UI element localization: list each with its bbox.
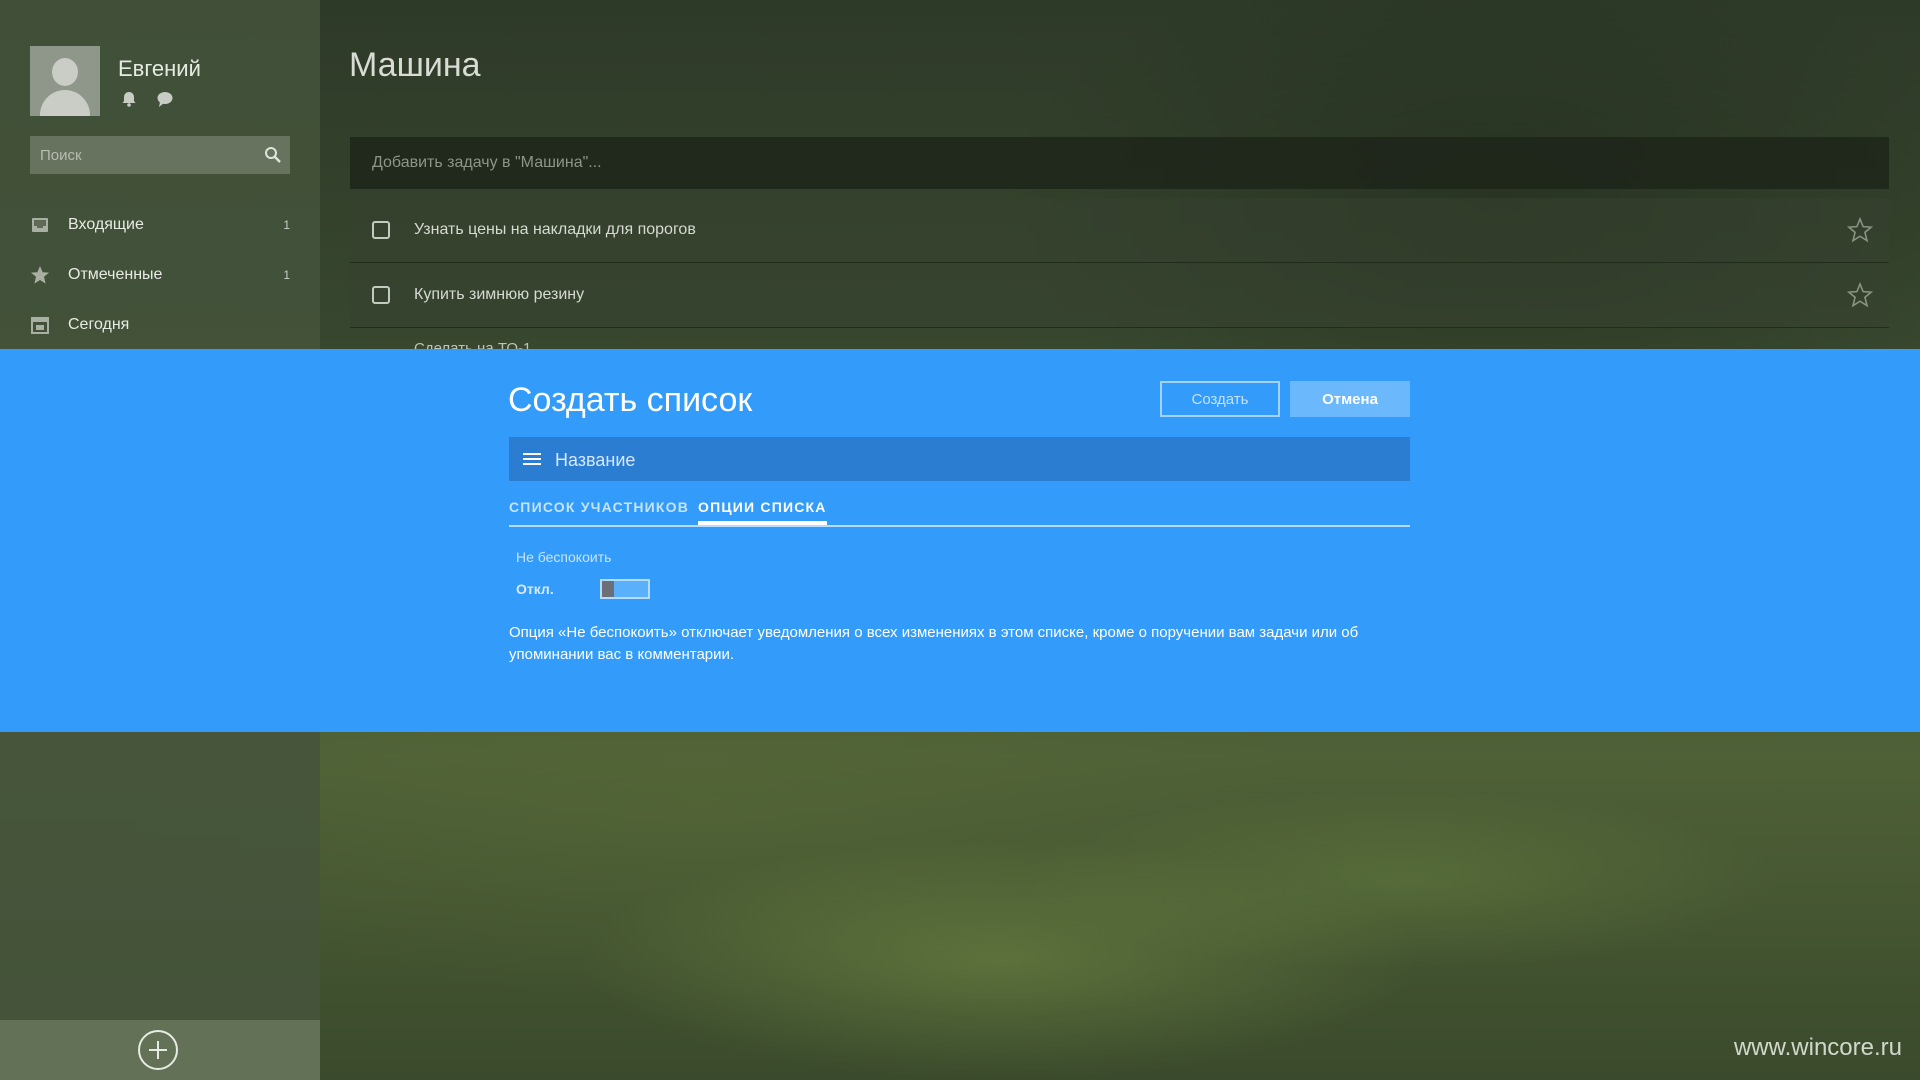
chat-bubble-icon[interactable] — [156, 90, 174, 108]
task-title: Купить зимнюю резину — [414, 286, 585, 303]
inbox-icon — [30, 215, 50, 235]
star-outline-icon[interactable] — [1846, 216, 1874, 243]
create-list-dialog: Создать список Создать Отмена СПИСОК УЧА… — [0, 349, 1920, 732]
task-row[interactable]: Купить зимнюю резину — [350, 263, 1889, 328]
search-icon[interactable] — [264, 146, 282, 164]
tab-list-options[interactable]: ОПЦИИ СПИСКА — [698, 499, 827, 525]
sidebar-item-label: Сегодня — [68, 316, 130, 333]
create-button[interactable]: Создать — [1160, 381, 1280, 417]
sidebar-item-count: 1 — [283, 268, 290, 282]
search-input[interactable] — [30, 136, 270, 174]
sidebar-item-inbox[interactable]: Входящие 1 — [0, 200, 320, 250]
dialog-tabs: СПИСОК УЧАСТНИКОВ ОПЦИИ СПИСКА — [509, 499, 1410, 527]
list-name-field — [509, 437, 1410, 483]
star-icon — [30, 265, 50, 285]
task-row[interactable]: Узнать цены на накладки для порогов — [350, 198, 1889, 263]
task-checkbox[interactable] — [372, 221, 390, 239]
dnd-description: Опция «Не беспокоить» отключает уведомле… — [509, 624, 1359, 663]
sidebar-item-starred[interactable]: Отмеченные 1 — [0, 250, 320, 300]
dnd-state-label: Откл. — [516, 581, 554, 597]
sidebar-item-label: Отмеченные — [68, 266, 163, 283]
add-list-bar — [0, 1020, 320, 1080]
username[interactable]: Евгений — [118, 56, 201, 82]
sidebar-item-count: 1 — [283, 218, 290, 232]
task-list: Узнать цены на накладки для порогов Купи… — [350, 198, 1889, 352]
add-task-input[interactable] — [350, 137, 1889, 189]
add-task-bar — [350, 137, 1889, 189]
task-checkbox[interactable] — [372, 286, 390, 304]
sidebar-nav: Входящие 1 Отмеченные 1 Сегодня — [0, 200, 320, 350]
task-title: Узнать цены на накладки для порогов — [414, 221, 696, 238]
calendar-icon — [30, 315, 50, 335]
star-outline-icon[interactable] — [1846, 281, 1874, 308]
dnd-toggle[interactable] — [600, 579, 650, 599]
tab-members[interactable]: СПИСОК УЧАСТНИКОВ — [509, 499, 689, 523]
search-box — [30, 136, 290, 174]
toggle-knob[interactable] — [602, 581, 614, 597]
sidebar-item-today[interactable]: Сегодня — [0, 300, 320, 350]
avatar[interactable] — [30, 46, 100, 116]
list-lines-icon — [523, 451, 541, 467]
dnd-label: Не беспокоить — [516, 549, 612, 565]
dialog-title: Создать список — [508, 381, 753, 419]
list-name-input[interactable] — [553, 437, 1397, 483]
watermark: www.wincore.ru — [1733, 1034, 1902, 1061]
sidebar-item-label: Входящие — [68, 216, 144, 233]
cancel-button[interactable]: Отмена — [1290, 381, 1410, 417]
page-title: Машина — [349, 46, 481, 84]
plus-icon[interactable] — [138, 1030, 178, 1070]
bell-icon[interactable] — [120, 90, 138, 108]
